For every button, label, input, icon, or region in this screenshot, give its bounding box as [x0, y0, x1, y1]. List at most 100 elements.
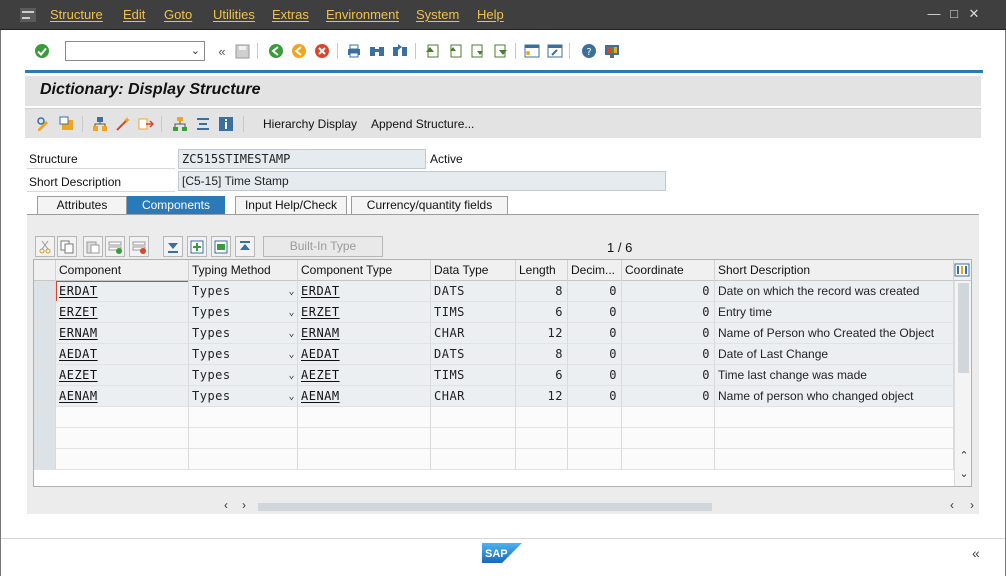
row-selector[interactable] [34, 365, 56, 386]
menu-edit[interactable]: Edit [123, 7, 145, 22]
cell-length[interactable] [516, 407, 568, 428]
previous-page-icon[interactable] [446, 42, 464, 60]
cell-data-type[interactable] [431, 428, 516, 449]
cell-short-description[interactable] [715, 428, 954, 449]
cell-typing-method[interactable]: Types ⌄ [189, 365, 298, 386]
horizontal-scrollbar[interactable]: ‹ › ‹ › [220, 498, 974, 515]
collapse-up-icon[interactable] [235, 236, 255, 257]
info-icon[interactable] [217, 115, 235, 133]
menu-help[interactable]: Help [477, 7, 504, 22]
cell-component[interactable] [56, 449, 189, 470]
menu-structure[interactable]: Structure [50, 7, 103, 22]
cell-component-type[interactable]: AEDAT [298, 344, 431, 365]
tab-input-help-check[interactable]: Input Help/Check [235, 196, 347, 214]
row-selector-header[interactable] [34, 260, 56, 281]
cell-short-description[interactable] [715, 407, 954, 428]
chevron-down-icon[interactable]: ⌄ [288, 344, 295, 364]
navigate-icon[interactable] [137, 115, 155, 133]
cell-length[interactable]: 6 [516, 302, 568, 323]
cell-short-description[interactable]: Date of Last Change [715, 344, 954, 365]
save-icon[interactable] [233, 42, 251, 60]
cell-length[interactable] [516, 449, 568, 470]
cell-length[interactable]: 6 [516, 365, 568, 386]
short-description-field[interactable]: [C5-15] Time Stamp [178, 171, 666, 191]
cell-data-type[interactable]: TIMS [431, 365, 516, 386]
column-header-typing-method[interactable]: Typing Method [189, 260, 298, 281]
cell-coordinate[interactable]: 0 [622, 281, 715, 302]
expand-icon[interactable] [187, 236, 207, 257]
menu-system[interactable]: System [416, 7, 459, 22]
cell-data-type[interactable] [431, 449, 516, 470]
tab-currency-quantity-fields[interactable]: Currency/quantity fields [351, 196, 508, 214]
row-selector[interactable] [34, 386, 56, 407]
cell-component[interactable]: ERZET [56, 302, 189, 323]
vertical-scrollbar[interactable]: ⌃ ⌄ [954, 281, 971, 486]
row-selector[interactable] [34, 344, 56, 365]
cell-component-type[interactable]: ERDAT [298, 281, 431, 302]
help-icon[interactable]: ? [580, 42, 598, 60]
first-page-icon[interactable] [423, 42, 441, 60]
scroll-left-icon[interactable]: ‹ [224, 498, 228, 512]
insert-row-icon[interactable] [105, 236, 125, 257]
cell-component[interactable] [56, 407, 189, 428]
cell-decimals[interactable] [568, 407, 622, 428]
sort-down-icon[interactable] [163, 236, 183, 257]
column-header-short-description[interactable]: Short Description [715, 260, 954, 281]
cell-data-type[interactable]: CHAR [431, 323, 516, 344]
scroll-thumb[interactable] [958, 283, 969, 373]
cell-component[interactable] [56, 428, 189, 449]
cell-coordinate[interactable]: 0 [622, 344, 715, 365]
column-header-component-type[interactable]: Component Type [298, 260, 431, 281]
collapse-command-icon[interactable]: « [213, 42, 231, 60]
row-selector[interactable] [34, 449, 56, 470]
cell-decimals[interactable]: 0 [568, 323, 622, 344]
maximize-icon[interactable]: □ [946, 6, 962, 22]
column-header-component[interactable]: Component [56, 260, 189, 281]
cell-data-type[interactable]: DATS [431, 281, 516, 302]
collapse-status-icon[interactable]: « [972, 545, 980, 561]
cell-decimals[interactable] [568, 449, 622, 470]
table-row[interactable]: AEDAT Types ⌄ AEDAT DATS 8 0 0 Date of Last Chan… [34, 344, 954, 365]
cell-coordinate[interactable] [622, 449, 715, 470]
column-header-data-type[interactable]: Data Type [431, 260, 516, 281]
cell-component[interactable]: AEZET [56, 365, 189, 386]
cell-length[interactable]: 8 [516, 281, 568, 302]
enter-icon[interactable] [33, 42, 51, 60]
cell-short-description[interactable]: Date on which the record was created [715, 281, 954, 302]
cell-data-type[interactable]: TIMS [431, 302, 516, 323]
column-header-decimals[interactable]: Decim... [568, 260, 622, 281]
menu-goto[interactable]: Goto [164, 7, 192, 22]
column-header-length[interactable]: Length [516, 260, 568, 281]
cell-component-type[interactable] [298, 428, 431, 449]
chevron-down-icon[interactable]: ⌄ [288, 302, 295, 322]
append-structure-button[interactable]: Append Structure... [371, 117, 474, 131]
cancel-icon[interactable] [313, 42, 331, 60]
details-icon[interactable] [211, 236, 231, 257]
cell-component[interactable]: AEDAT [56, 344, 189, 365]
cell-component[interactable]: ERDAT [56, 281, 189, 302]
cell-data-type[interactable]: DATS [431, 344, 516, 365]
cell-coordinate[interactable]: 0 [622, 386, 715, 407]
delete-row-icon[interactable] [129, 236, 149, 257]
paste-icon[interactable] [83, 236, 103, 257]
align-icon[interactable] [194, 115, 212, 133]
cell-decimals[interactable]: 0 [568, 386, 622, 407]
cell-coordinate[interactable] [622, 407, 715, 428]
chevron-down-icon[interactable]: ⌄ [288, 323, 295, 343]
cell-coordinate[interactable] [622, 428, 715, 449]
scroll-left-icon[interactable]: ‹ [950, 498, 954, 512]
tab-components[interactable]: Components [127, 196, 225, 214]
built-in-type-button[interactable]: Built-In Type [263, 236, 383, 257]
cell-component-type[interactable]: ERZET [298, 302, 431, 323]
column-header-coordinate[interactable]: Coordinate [622, 260, 715, 281]
column-settings-icon[interactable] [954, 262, 970, 278]
cell-component[interactable]: ERNAM [56, 323, 189, 344]
exit-icon[interactable] [290, 42, 308, 60]
cell-coordinate[interactable]: 0 [622, 365, 715, 386]
chevron-down-icon[interactable]: ⌄ [288, 281, 295, 301]
cell-typing-method[interactable]: Types ⌄ [189, 302, 298, 323]
cut-icon[interactable] [35, 236, 55, 257]
structure-field[interactable]: ZC515STIMESTAMP [178, 149, 426, 169]
activate-icon[interactable] [114, 115, 132, 133]
row-selector[interactable] [34, 428, 56, 449]
